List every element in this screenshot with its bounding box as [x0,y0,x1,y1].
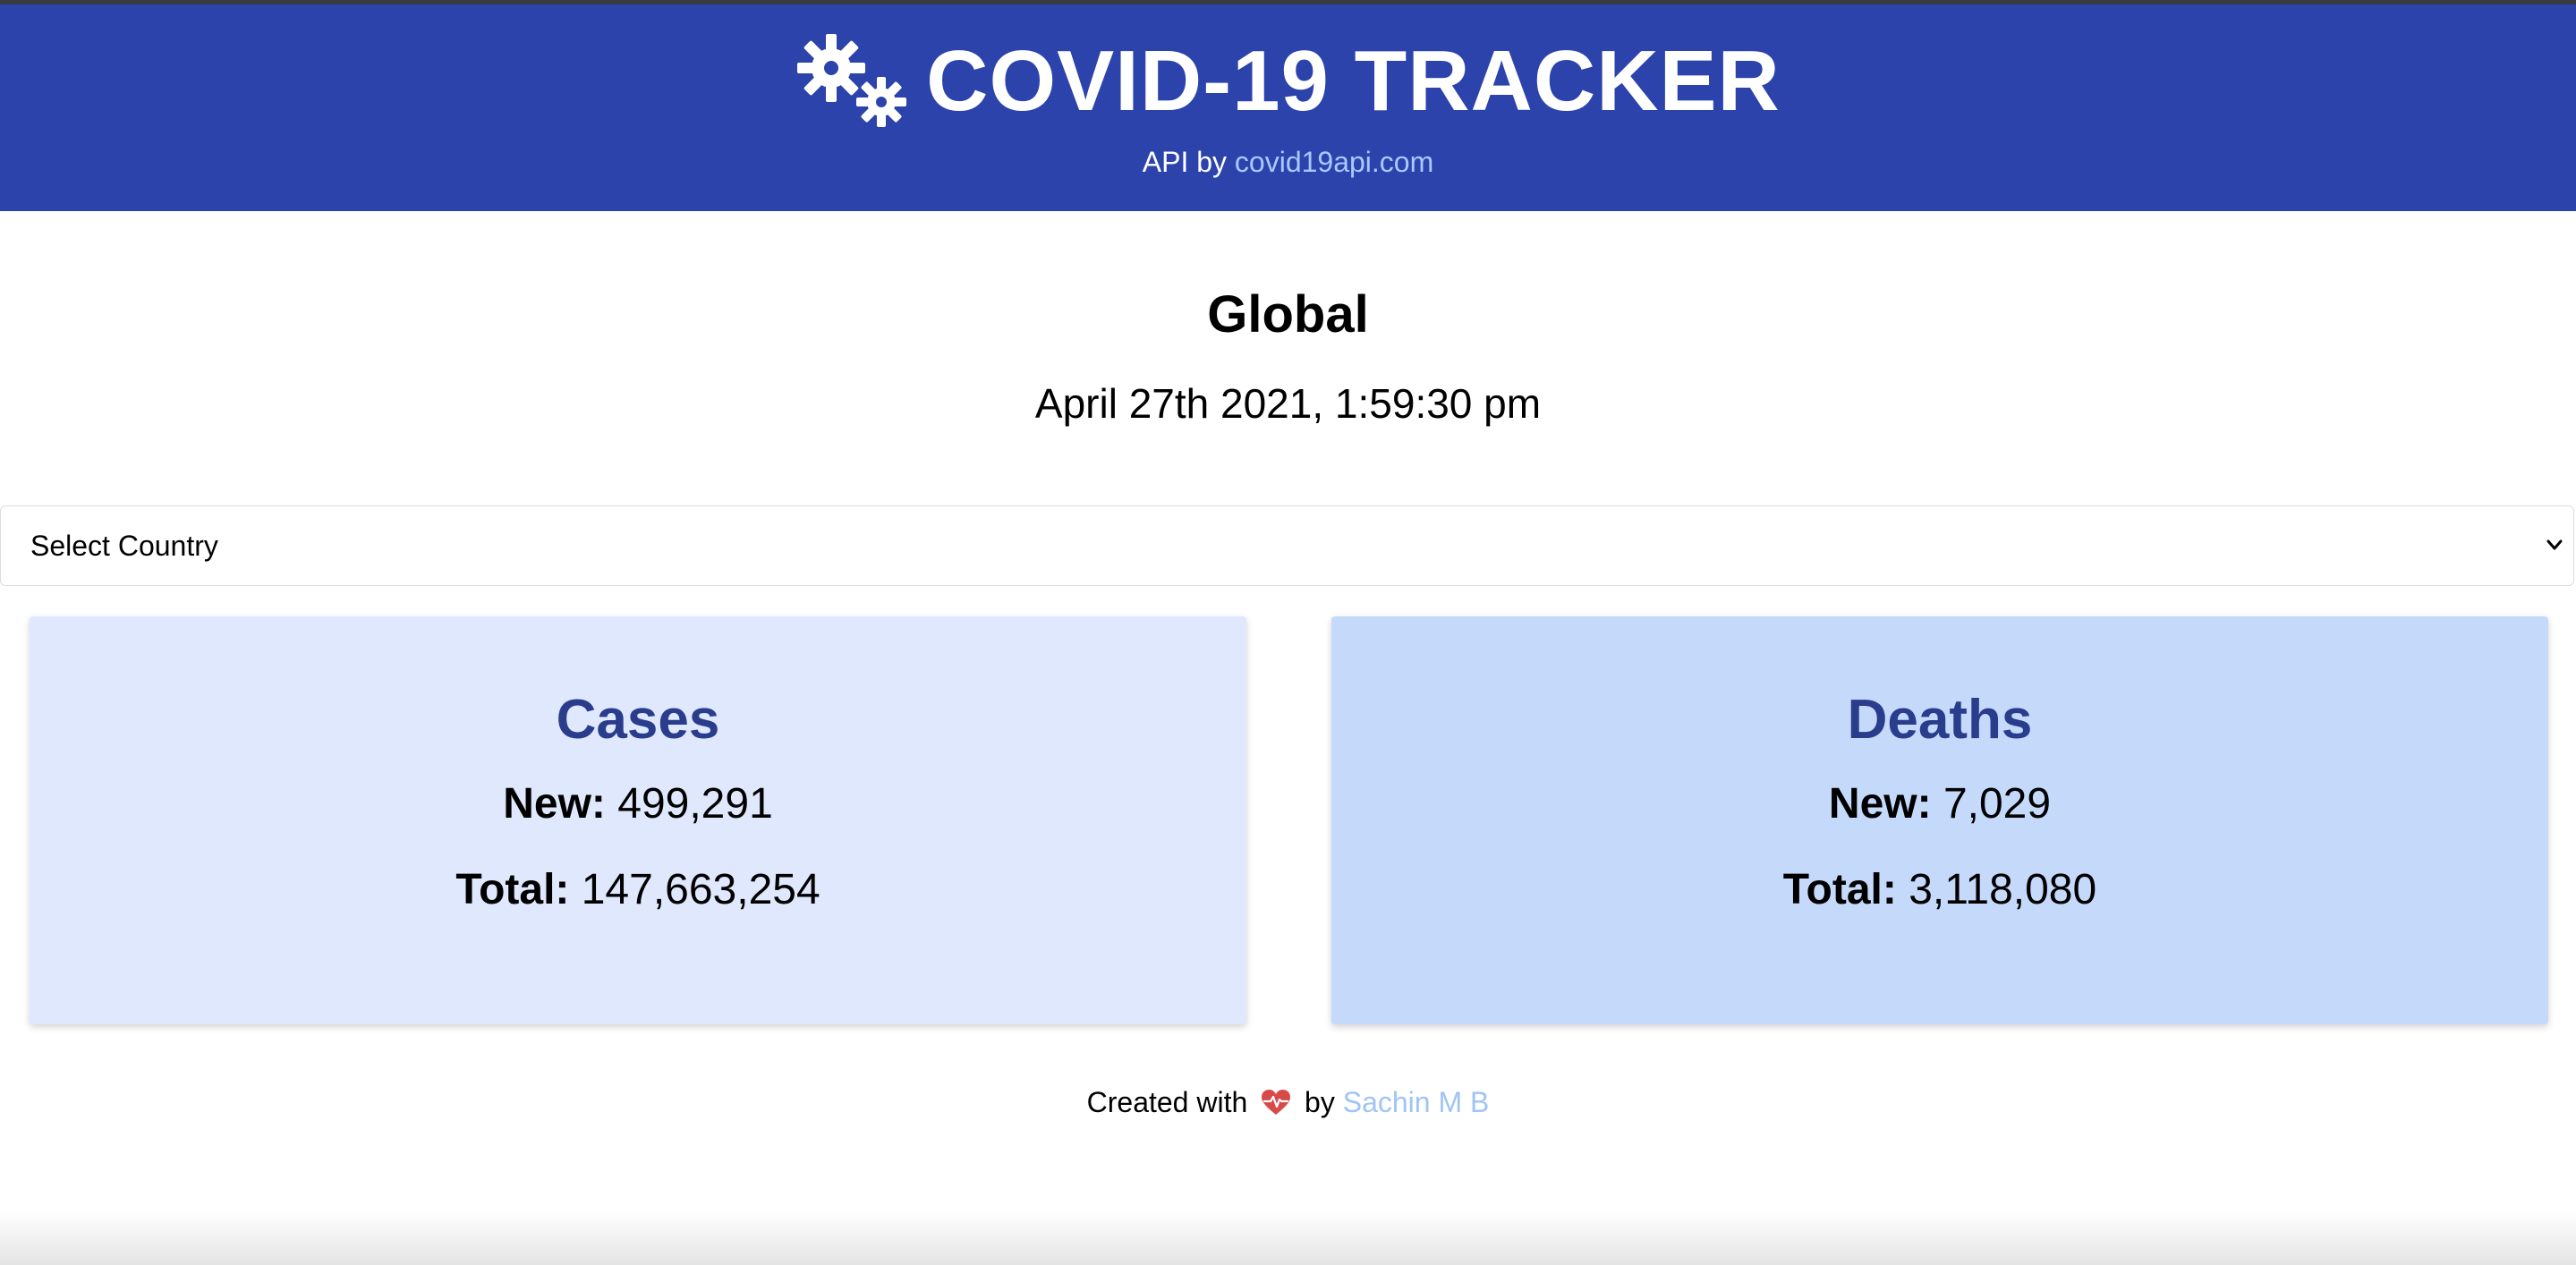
deaths-total-label: Total: [1782,866,1897,913]
api-credit-prefix: API by [1142,146,1228,178]
country-select-value: Select Country [30,530,218,562]
deaths-total: Total: 3,118,080 [1331,865,2548,914]
country-select[interactable]: Select Country [0,505,2574,586]
cases-new-value: 499,291 [617,780,773,828]
cases-total-label: Total: [455,866,570,913]
deaths-new-value: 7,029 [1943,780,2052,828]
api-credit: API by covid19api.com [0,146,2576,179]
api-link[interactable]: covid19api.com [1235,146,1433,178]
author-link[interactable]: Sachin M B [1343,1086,1490,1118]
deaths-card: Deaths New: 7,029 Total: 3,118,080 [1331,616,2548,1024]
deaths-new: New: 7,029 [1331,779,2548,828]
heart-icon [1262,1090,1291,1115]
cases-new-label: New: [503,780,606,828]
cases-new: New: 499,291 [30,779,1246,828]
cases-total-value: 147,663,254 [581,866,820,913]
app-header: COVID-19 TRACKER API by covid19api.com [0,4,2576,211]
deaths-card-title: Deaths [1847,689,2033,751]
page: COVID-19 TRACKER API by covid19api.com G… [0,0,2576,1265]
gears-icon [795,32,912,131]
footer-by: by [1305,1086,1335,1118]
app-title: COVID-19 TRACKER [926,33,1781,129]
cases-total: Total: 147,663,254 [30,865,1246,914]
region-heading: Global [1207,285,1369,344]
cases-card: Cases New: 499,291 Total: 147,663,254 [30,616,1246,1024]
footer-prefix: Created with [1086,1086,1248,1118]
chevron-down-icon [2546,539,2563,550]
brand: COVID-19 TRACKER [0,28,2576,135]
deaths-new-label: New: [1828,780,1932,828]
footer-credit: Created with by Sachin M B [0,1086,2576,1119]
bottom-shadow [0,1211,2576,1265]
last-updated-datetime: April 27th 2021, 1:59:30 pm [1034,380,1542,427]
cases-card-title: Cases [556,689,720,751]
deaths-total-value: 3,118,080 [1909,866,2097,913]
